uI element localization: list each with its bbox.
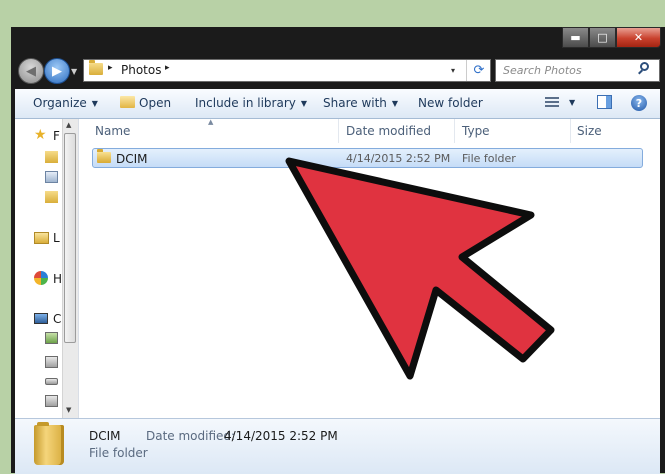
- folder-icon: [97, 149, 111, 163]
- chevron-down-icon: ▼: [391, 99, 399, 108]
- column-header-size[interactable]: Size: [577, 124, 602, 138]
- nav-item-computer[interactable]: C: [53, 312, 61, 326]
- back-arrow-icon: ◀: [26, 63, 36, 79]
- nav-scrollbar-thumb[interactable]: [64, 133, 76, 343]
- folder-icon[interactable]: [45, 151, 58, 163]
- recent-pages-dropdown[interactable]: ▼: [71, 67, 77, 76]
- address-folder-icon: [89, 60, 103, 75]
- close-button[interactable]: ✕: [616, 27, 661, 48]
- forward-button[interactable]: ▶: [44, 58, 70, 84]
- details-name: DCIM: [89, 429, 121, 443]
- include-in-library-label: Include in library: [195, 96, 296, 110]
- new-folder-button[interactable]: New folder: [418, 96, 483, 110]
- document-icon[interactable]: [45, 171, 58, 183]
- search-icon[interactable]: [640, 62, 649, 71]
- file-type: File folder: [462, 152, 516, 165]
- nav-item-favorites[interactable]: F: [53, 129, 60, 143]
- file-date-modified: 4/14/2015 2:52 PM: [346, 152, 451, 165]
- column-header-name[interactable]: Name: [95, 124, 130, 138]
- breadcrumb-chevron-icon[interactable]: ▸: [165, 63, 170, 73]
- scroll-down-icon[interactable]: ▼: [66, 406, 71, 414]
- details-type: File folder: [89, 446, 148, 460]
- chevron-down-icon: ▼: [300, 99, 308, 108]
- drive-icon[interactable]: [45, 378, 58, 385]
- column-header-date-modified[interactable]: Date modified: [346, 124, 431, 138]
- star-icon: ★: [34, 127, 47, 143]
- details-date-label: Date modified:: [146, 429, 236, 443]
- drive-icon[interactable]: [45, 332, 58, 344]
- nav-item-homegroup[interactable]: H: [53, 272, 62, 286]
- help-icon[interactable]: ?: [631, 95, 647, 111]
- file-name[interactable]: DCIM: [116, 152, 148, 166]
- homegroup-icon: [34, 271, 48, 285]
- caption-buttons: ▬ □ ✕: [562, 27, 661, 48]
- refresh-button[interactable]: ⟳: [466, 60, 491, 81]
- maximize-button[interactable]: □: [589, 27, 616, 48]
- address-dropdown-icon[interactable]: ▾: [451, 66, 455, 75]
- library-icon: [34, 232, 49, 244]
- nav-item-libraries[interactable]: L: [53, 231, 60, 245]
- drive-icon[interactable]: [45, 395, 58, 407]
- preview-pane-icon[interactable]: [597, 95, 612, 109]
- search-placeholder: Search Photos: [503, 64, 582, 77]
- open-button[interactable]: Open: [139, 96, 171, 110]
- organize-button[interactable]: Organize ▼: [33, 96, 98, 110]
- share-with-label: Share with: [323, 96, 387, 110]
- drive-icon[interactable]: [45, 356, 58, 368]
- share-with-button[interactable]: Share with ▼: [323, 96, 398, 110]
- breadcrumb-chevron-icon[interactable]: ▸: [108, 63, 113, 73]
- folder-icon[interactable]: [45, 191, 58, 203]
- computer-icon: [34, 313, 48, 324]
- sort-ascending-icon: ▲: [208, 118, 214, 126]
- open-folder-icon: [120, 96, 135, 108]
- breadcrumb-photos[interactable]: Photos: [121, 63, 161, 77]
- column-header-type[interactable]: Type: [462, 124, 490, 138]
- column-divider[interactable]: [338, 119, 339, 143]
- view-options-dropdown[interactable]: ▼: [569, 98, 575, 107]
- refresh-icon: ⟳: [473, 63, 485, 78]
- column-divider[interactable]: [454, 119, 455, 143]
- column-divider[interactable]: [570, 119, 571, 143]
- change-view-icon[interactable]: [545, 97, 559, 109]
- back-button[interactable]: ◀: [18, 58, 44, 84]
- include-in-library-button[interactable]: Include in library ▼: [195, 96, 307, 110]
- organize-label: Organize: [33, 96, 87, 110]
- chevron-down-icon: ▼: [91, 99, 98, 108]
- scroll-up-icon[interactable]: ▲: [66, 121, 71, 129]
- forward-arrow-icon: ▶: [52, 63, 62, 79]
- details-date-value: 4/14/2015 2:52 PM: [224, 429, 338, 443]
- folder-icon: [34, 422, 64, 465]
- minimize-button[interactable]: ▬: [562, 27, 589, 48]
